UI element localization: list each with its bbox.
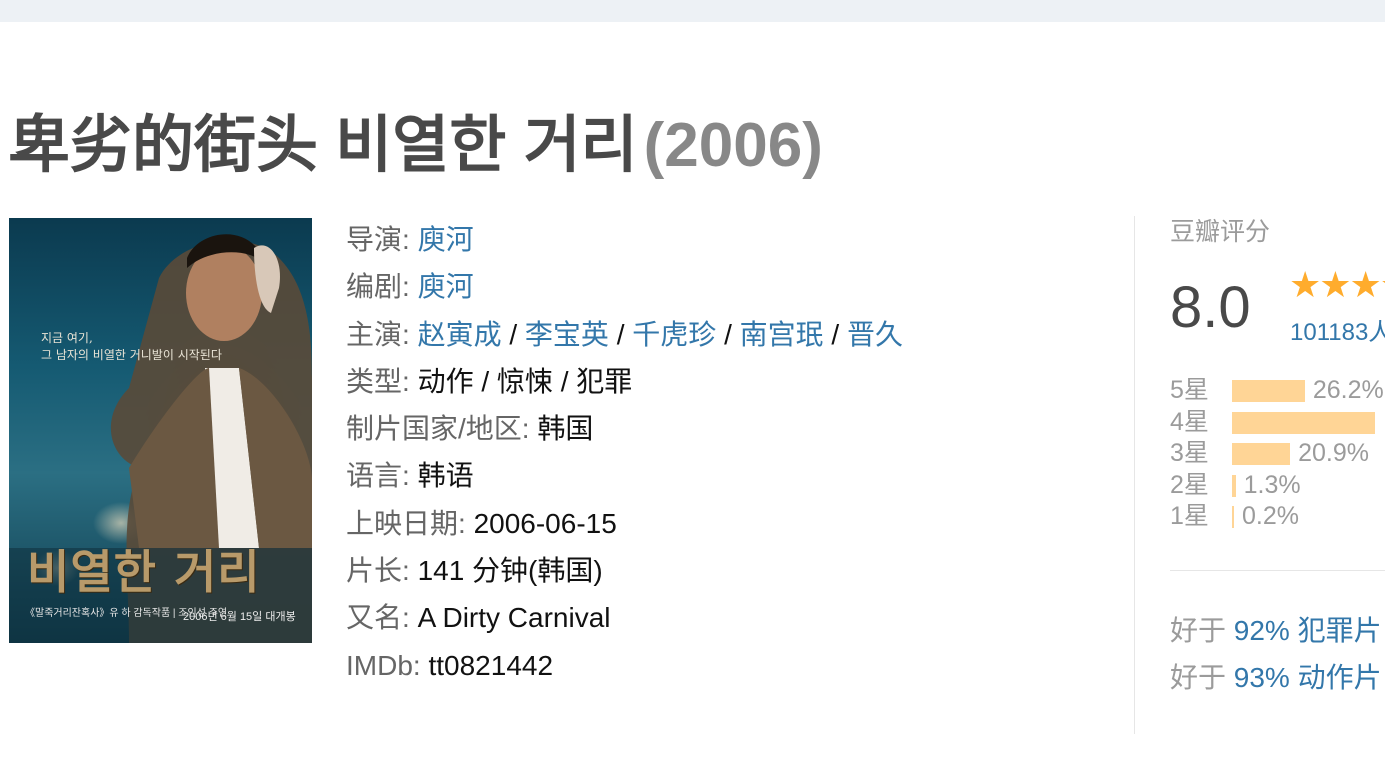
cast-link[interactable]: 赵寅成 [418, 319, 502, 350]
imdb-value[interactable]: tt0821442 [428, 650, 553, 681]
separator: / [501, 318, 525, 350]
rating-row: 4星 [1170, 407, 1375, 439]
country-label: 制片国家/地区: [346, 413, 538, 445]
poster-title: 비열한 거리 [27, 545, 261, 599]
better-prefix: 好于 [1170, 615, 1234, 646]
cast-link[interactable]: 晋久 [847, 319, 903, 350]
release-row: 上映日期: 2006-06-15 [346, 500, 903, 547]
rating-percent: 20.9% [1298, 439, 1369, 467]
poster-tagline-line-1: 지금 여기, [41, 331, 93, 345]
separator: / [823, 318, 847, 350]
rating-row-label: 4星 [1170, 407, 1209, 436]
rating-score: 8.0 [1170, 275, 1251, 340]
rating-row-label: 5星 [1170, 376, 1209, 404]
rating-count-link[interactable]: 101183人 [1290, 312, 1385, 347]
language-row: 语言: 韩语 [346, 452, 903, 499]
movie-poster[interactable]: 지금 여기, 그 남자의 비열한 거니발이 시작된다 비열한 거리 《말죽거리잔… [9, 218, 312, 643]
rating-percent: 1.3% [1243, 470, 1301, 499]
better-prefix: 好于 [1170, 662, 1234, 693]
poster-tagline-line-2: 그 남자의 비열한 거니발이 시작된다 [41, 348, 222, 362]
imdb-label: IMDb: [346, 649, 429, 681]
page-title: 卑劣的街头 비열한 거리(2006) [8, 108, 823, 184]
aka-value: A Dirty Carnival [417, 602, 611, 634]
cast-label: 主演: [346, 318, 418, 350]
writer-row: 编剧: 庾河 [346, 263, 903, 310]
language-label: 语言: [346, 460, 418, 492]
top-bar [0, 0, 1385, 22]
rating-percent: 0.2% [1242, 502, 1299, 530]
cast-link[interactable]: 千虎珍 [632, 319, 716, 350]
cast-link[interactable]: 南宫珉 [740, 319, 824, 350]
runtime-label: 片长: [346, 555, 418, 587]
runtime-value: 141 分钟(韩国) [417, 555, 603, 587]
separator: / [716, 318, 740, 350]
language-value: 韩语 [417, 460, 474, 492]
rating-percent: 26.2% [1312, 376, 1384, 404]
writer-label: 编剧: [346, 271, 418, 303]
separator: / [608, 318, 633, 350]
rating-bar [1232, 474, 1236, 497]
rating-bar [1232, 380, 1305, 402]
poster-tagline: 지금 여기, 그 남자의 비열한 거니발이 시작된다 [41, 330, 222, 364]
star-icon: ★★★★ [1289, 264, 1385, 305]
better-than-link[interactable]: 92% 犯罪片 [1234, 615, 1382, 646]
better-than-row: 好于 92% 犯罪片 [1170, 609, 1382, 649]
section-divider [1134, 216, 1135, 734]
writer-link[interactable]: 庾河 [418, 271, 474, 302]
rating-bar [1232, 506, 1234, 528]
aka-row: 又名: A Dirty Carnival [346, 594, 903, 641]
movie-info: 导演: 庾河 编剧: 庾河 主演: 赵寅成 / 李宝英 / 千虎珍 / 南宫珉 … [346, 216, 903, 689]
release-value: 2006-06-15 [473, 507, 617, 539]
country-value: 韩国 [537, 413, 594, 445]
rating-row: 5星 26.2% [1170, 375, 1384, 407]
rating-row-label: 2星 [1170, 470, 1209, 499]
imdb-row: IMDb: tt0821442 [346, 642, 903, 689]
cast-row: 主演: 赵寅成 / 李宝英 / 千虎珍 / 南宫珉 / 晋久 [346, 311, 903, 358]
rating-bar [1232, 411, 1375, 434]
rating-row-label: 1星 [1170, 502, 1209, 530]
separator: / [552, 365, 577, 397]
release-label: 上映日期: [346, 507, 474, 539]
cast-link[interactable]: 李宝英 [525, 319, 609, 350]
better-than-link[interactable]: 93% 动作片 [1234, 662, 1382, 693]
separator: / [473, 365, 497, 397]
aka-label: 又名: [346, 602, 418, 634]
poster-date: 2006년 6월 15일 대개봉 [183, 611, 296, 623]
director-row: 导演: 庾河 [346, 216, 903, 263]
director-link[interactable]: 庾河 [418, 224, 474, 255]
rating-row-label: 3星 [1170, 439, 1209, 467]
movie-year: (2006) [643, 111, 823, 180]
rating-distribution: 5星 26.2% 4星 3星 20.9% 2星 1.3% 1星 0.2% [1170, 375, 1384, 533]
better-than-row: 好于 93% 动作片 [1170, 656, 1382, 696]
rating-row: 1星 0.2% [1170, 501, 1299, 533]
rating-bar [1232, 443, 1291, 465]
rating-divider [1170, 570, 1385, 571]
genre-row: 类型: 动作 / 惊悚 / 犯罪 [346, 358, 903, 405]
director-label: 导演: [346, 224, 418, 255]
genre-value: 惊悚 [496, 365, 553, 397]
rating-row: 3星 20.9% [1170, 438, 1369, 470]
rating-label: 豆瓣评分 [1170, 218, 1271, 246]
runtime-row: 片长: 141 分钟(韩国) [346, 547, 903, 594]
genre-value: 犯罪 [576, 365, 633, 397]
country-row: 制片国家/地区: 韩国 [346, 405, 903, 452]
genre-value: 动作 [417, 365, 474, 397]
genre-label: 类型: [346, 365, 418, 397]
rating-row: 2星 1.3% [1170, 470, 1301, 502]
movie-title: 卑劣的街头 비열한 거리 [8, 111, 638, 180]
